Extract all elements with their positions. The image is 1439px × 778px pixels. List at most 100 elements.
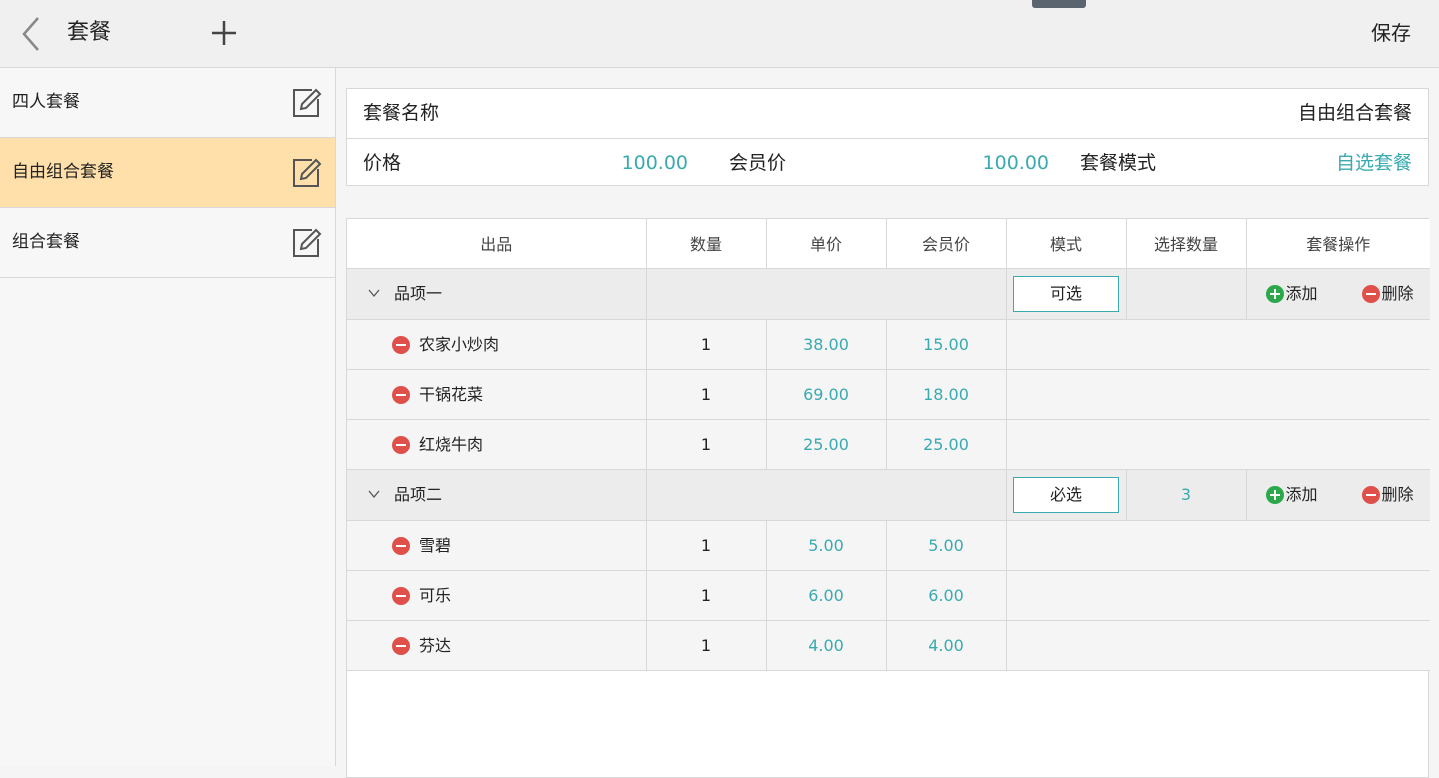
table-row: 红烧牛肉 1 25.00 25.00 <box>347 419 1430 470</box>
col-header: 会员价 <box>886 219 1007 269</box>
item-cell: 雪碧 <box>347 520 647 571</box>
add-package-button[interactable] <box>208 17 240 49</box>
mode-label: 套餐模式 <box>1080 152 1157 174</box>
item-name: 红烧牛肉 <box>419 434 484 454</box>
package-item[interactable]: 组合套餐 <box>0 208 335 278</box>
empty-cell <box>1006 620 1430 671</box>
col-header: 选择数量 <box>1126 219 1247 269</box>
empty-cell <box>1006 570 1430 621</box>
qty-cell[interactable]: 1 <box>646 319 767 370</box>
delete-label: 删除 <box>1381 484 1414 504</box>
name-value[interactable]: 自由组合套餐 <box>1298 101 1412 125</box>
drag-handle[interactable] <box>1032 0 1086 8</box>
select-count[interactable]: 3 <box>1126 469 1247 521</box>
delete-label: 删除 <box>1381 283 1414 303</box>
remove-item-icon[interactable] <box>391 335 411 355</box>
item-name: 农家小炒肉 <box>419 334 500 354</box>
qty-cell[interactable]: 1 <box>646 369 767 420</box>
group-name: 品项二 <box>394 484 443 504</box>
add-item-button[interactable]: 添加 <box>1265 484 1318 506</box>
price-cell[interactable]: 38.00 <box>766 319 887 370</box>
remove-item-icon[interactable] <box>391 536 411 556</box>
member-price-cell[interactable]: 15.00 <box>886 319 1007 370</box>
remove-item-icon[interactable] <box>391 435 411 455</box>
table-header: 出品 数量 单价 会员价 模式 选择数量 套餐操作 <box>347 219 1430 269</box>
empty-cell <box>646 469 1007 521</box>
delete-group-button[interactable]: 删除 <box>1361 283 1414 305</box>
col-header: 数量 <box>646 219 767 269</box>
chevron-left-icon <box>22 17 39 51</box>
member-price-cell[interactable]: 5.00 <box>886 520 1007 571</box>
empty-cell <box>1006 520 1430 571</box>
package-list: 四人套餐 自由组合套餐 组合套餐 <box>0 68 336 766</box>
minus-circle-icon <box>1361 485 1380 504</box>
price-value[interactable]: 100.00 <box>622 151 688 175</box>
ops-cell: 添加 删除 <box>1246 268 1430 320</box>
add-label: 添加 <box>1285 484 1318 504</box>
item-cell: 红烧牛肉 <box>347 419 647 470</box>
page-title: 套餐 <box>67 20 112 45</box>
mode-cell: 可选 <box>1006 268 1127 320</box>
qty-cell[interactable]: 1 <box>646 570 767 621</box>
member-price-cell[interactable]: 25.00 <box>886 419 1007 470</box>
col-header: 模式 <box>1006 219 1127 269</box>
package-item-label: 自由组合套餐 <box>12 162 114 182</box>
member-price-value[interactable]: 100.00 <box>983 151 1049 175</box>
col-header: 出品 <box>347 219 647 269</box>
item-name: 雪碧 <box>419 535 452 555</box>
top-bar: 套餐 保存 <box>0 0 1439 68</box>
group-row: 品项一 可选 添加 删除 <box>347 268 1430 320</box>
table-row: 可乐 1 6.00 6.00 <box>347 570 1430 621</box>
package-item-selected[interactable]: 自由组合套餐 <box>0 138 335 208</box>
price-cell[interactable]: 5.00 <box>766 520 887 571</box>
back-button[interactable] <box>18 15 48 53</box>
package-table: 出品 数量 单价 会员价 模式 选择数量 套餐操作 品项一 可选 添加 删除 农… <box>346 218 1430 778</box>
add-item-button[interactable]: 添加 <box>1265 283 1318 305</box>
plus-circle-icon <box>1265 284 1284 303</box>
member-price-cell[interactable]: 18.00 <box>886 369 1007 420</box>
col-header: 单价 <box>766 219 887 269</box>
plus-circle-icon <box>1265 485 1284 504</box>
table-row: 芬达 1 4.00 4.00 <box>347 620 1430 671</box>
ops-cell: 添加 删除 <box>1246 469 1430 521</box>
remove-item-icon[interactable] <box>391 586 411 606</box>
plus-icon <box>212 21 236 45</box>
price-cell[interactable]: 6.00 <box>766 570 887 621</box>
save-button[interactable]: 保存 <box>1371 18 1411 48</box>
mode-button[interactable]: 可选 <box>1013 275 1119 312</box>
item-name: 可乐 <box>419 585 452 605</box>
qty-cell[interactable]: 1 <box>646 419 767 470</box>
table-row: 干锅花菜 1 69.00 18.00 <box>347 369 1430 420</box>
select-count[interactable] <box>1126 268 1247 320</box>
price-cell[interactable]: 4.00 <box>766 620 887 671</box>
group-cell[interactable]: 品项一 <box>347 268 647 320</box>
group-cell[interactable]: 品项二 <box>347 469 647 521</box>
member-price-cell[interactable]: 6.00 <box>886 570 1007 621</box>
mode-value[interactable]: 自选套餐 <box>1336 151 1412 175</box>
name-label: 套餐名称 <box>363 102 440 124</box>
qty-cell[interactable]: 1 <box>646 520 767 571</box>
remove-item-icon[interactable] <box>391 385 411 405</box>
item-name: 芬达 <box>419 635 452 655</box>
remove-item-icon[interactable] <box>391 636 411 656</box>
edit-icon[interactable] <box>290 157 322 189</box>
item-cell: 干锅花菜 <box>347 369 647 420</box>
item-cell: 可乐 <box>347 570 647 621</box>
mode-cell: 必选 <box>1006 469 1127 521</box>
delete-group-button[interactable]: 删除 <box>1361 484 1414 506</box>
member-price-cell[interactable]: 4.00 <box>886 620 1007 671</box>
edit-icon[interactable] <box>290 227 322 259</box>
package-item-label: 四人套餐 <box>12 92 80 112</box>
price-cell[interactable]: 69.00 <box>766 369 887 420</box>
qty-cell[interactable]: 1 <box>646 620 767 671</box>
group-name: 品项一 <box>394 283 443 303</box>
chevron-down-icon[interactable] <box>367 286 381 300</box>
package-item[interactable]: 四人套餐 <box>0 68 335 138</box>
item-cell: 芬达 <box>347 620 647 671</box>
price-cell[interactable]: 25.00 <box>766 419 887 470</box>
edit-icon[interactable] <box>290 87 322 119</box>
name-row[interactable]: 套餐名称 自由组合套餐 <box>347 89 1428 138</box>
chevron-down-icon[interactable] <box>367 487 381 501</box>
mode-button[interactable]: 必选 <box>1013 476 1119 513</box>
empty-cell <box>1006 319 1430 370</box>
